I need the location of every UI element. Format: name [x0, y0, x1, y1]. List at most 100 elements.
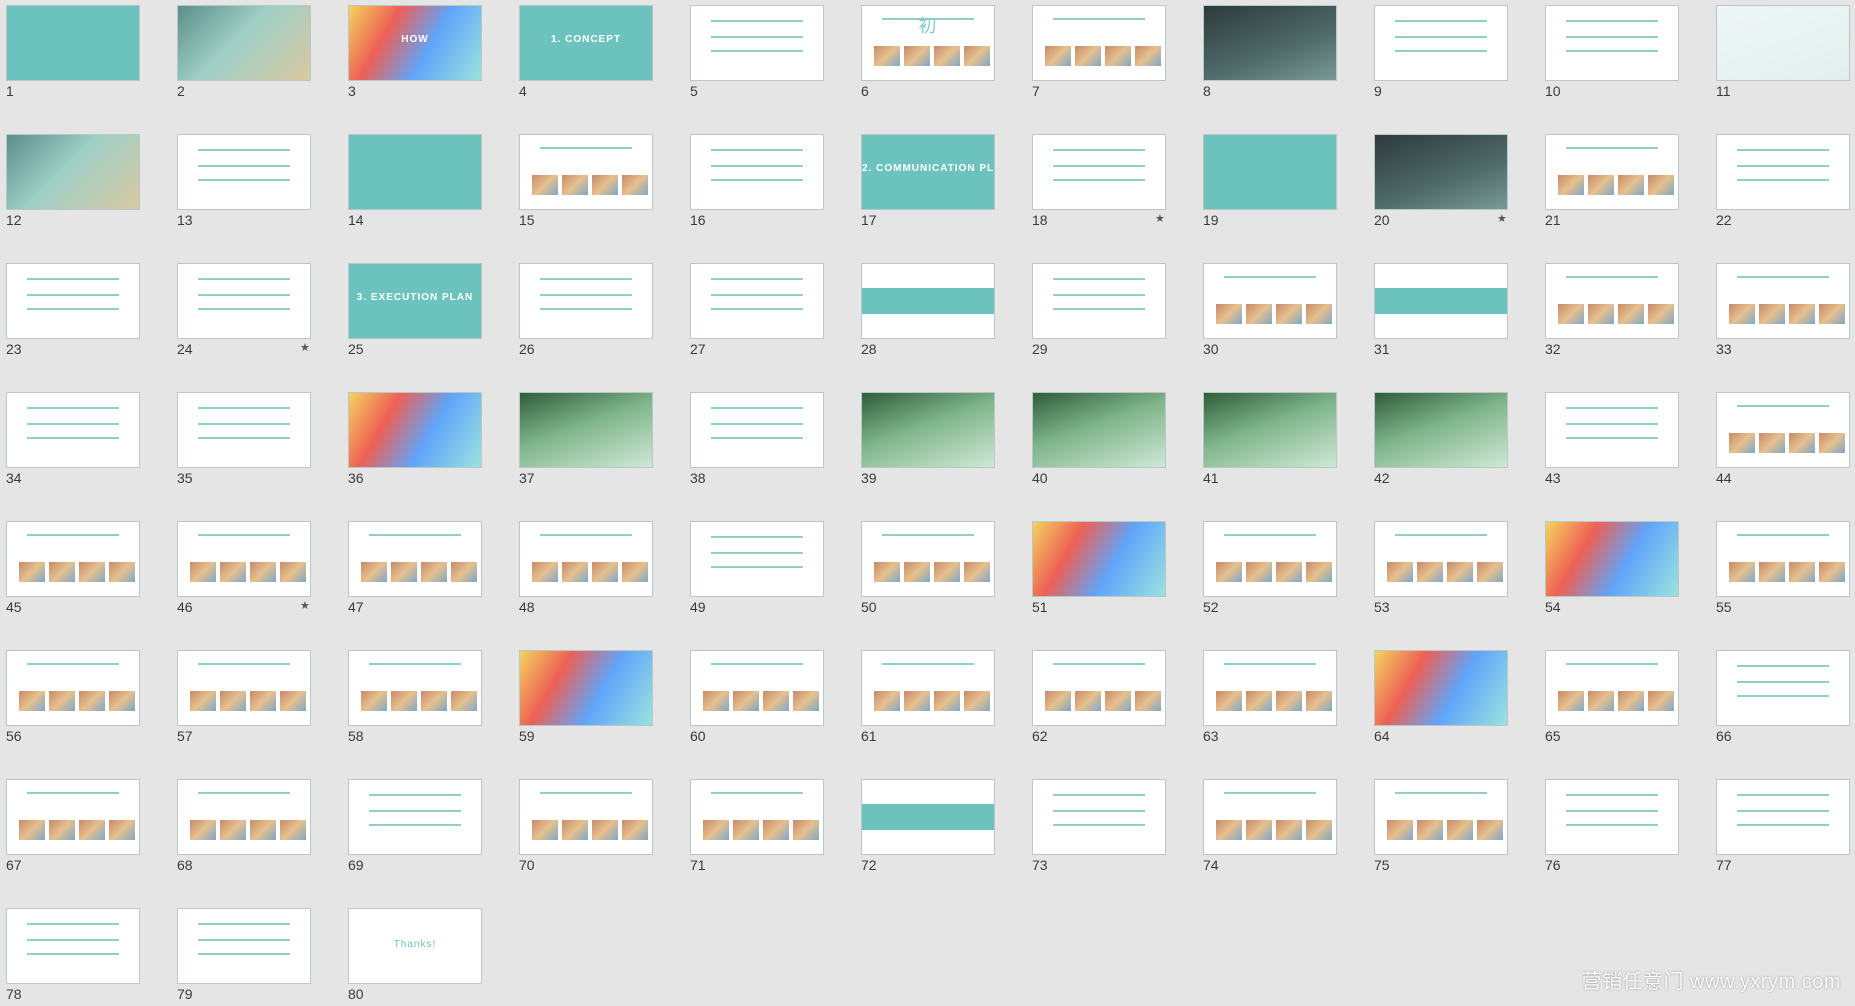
slide-thumbnail[interactable]: 3. EXECUTION PLAN 25: [347, 262, 518, 391]
slide-thumbnail[interactable]: 49: [689, 520, 860, 649]
text-line: [1566, 50, 1658, 52]
slide-thumbnail[interactable]: Thanks! 80: [347, 907, 518, 1006]
slide-thumbnail[interactable]: 70: [518, 778, 689, 907]
photo-placeholder: [793, 820, 819, 840]
slide-thumbnail[interactable]: 34: [5, 391, 176, 520]
slide-preview: [6, 521, 140, 597]
slide-thumbnail[interactable]: 76: [1544, 778, 1715, 907]
slide-thumbnail[interactable]: 64: [1373, 649, 1544, 778]
slide-number: 35: [177, 470, 193, 486]
slide-thumbnail[interactable]: 29: [1031, 262, 1202, 391]
slide-thumbnail[interactable]: 20 ★: [1373, 133, 1544, 262]
slide-thumbnail[interactable]: 19: [1202, 133, 1373, 262]
slide-thumbnail[interactable]: 51: [1031, 520, 1202, 649]
slide-thumbnail[interactable]: HOW 3: [347, 4, 518, 133]
slide-preview: [1374, 134, 1508, 210]
photo-placeholder: [220, 820, 246, 840]
slide-thumbnail[interactable]: 5: [689, 4, 860, 133]
photo-placeholder: [1477, 562, 1503, 582]
slide-thumbnail[interactable]: 52: [1202, 520, 1373, 649]
slide-thumbnail[interactable]: 67: [5, 778, 176, 907]
slide-thumbnail[interactable]: 21: [1544, 133, 1715, 262]
slide-thumbnail[interactable]: 75: [1373, 778, 1544, 907]
slide-thumbnail[interactable]: 74: [1202, 778, 1373, 907]
slide-thumbnail[interactable]: 56: [5, 649, 176, 778]
slide-thumbnail[interactable]: 31: [1373, 262, 1544, 391]
text-line: [27, 953, 119, 955]
slide-thumbnail[interactable]: 47: [347, 520, 518, 649]
slide-thumbnail[interactable]: 42: [1373, 391, 1544, 520]
slide-thumbnail[interactable]: 14: [347, 133, 518, 262]
slide-thumbnail[interactable]: 41: [1202, 391, 1373, 520]
slide-thumbnail[interactable]: 54: [1544, 520, 1715, 649]
slide-thumbnail[interactable]: 59: [518, 649, 689, 778]
slide-thumbnail[interactable]: 65: [1544, 649, 1715, 778]
slide-thumbnail[interactable]: 44: [1715, 391, 1855, 520]
slide-thumbnail[interactable]: 66: [1715, 649, 1855, 778]
slide-thumbnail[interactable]: 60: [689, 649, 860, 778]
slide-thumbnail[interactable]: 48: [518, 520, 689, 649]
slide-thumbnail[interactable]: 45: [5, 520, 176, 649]
slide-thumbnail[interactable]: 22: [1715, 133, 1855, 262]
text-line: [1566, 147, 1658, 149]
slide-preview: [1545, 5, 1679, 81]
slide-preview: [1545, 650, 1679, 726]
slide-thumbnail[interactable]: 30: [1202, 262, 1373, 391]
slide-number: 3: [348, 83, 356, 99]
slide-thumbnail[interactable]: 27: [689, 262, 860, 391]
slide-preview: [6, 134, 140, 210]
slide-number: 22: [1716, 212, 1732, 228]
slide-thumbnail[interactable]: 68: [176, 778, 347, 907]
slide-thumbnail[interactable]: 79: [176, 907, 347, 1006]
slide-thumbnail[interactable]: 78: [5, 907, 176, 1006]
slide-thumbnail[interactable]: 2: [176, 4, 347, 133]
photo-placeholder: [1477, 820, 1503, 840]
slide-thumbnail[interactable]: 初6: [860, 4, 1031, 133]
slide-thumbnail[interactable]: 73: [1031, 778, 1202, 907]
slide-thumbnail[interactable]: 35: [176, 391, 347, 520]
slide-thumbnail[interactable]: 26: [518, 262, 689, 391]
slide-thumbnail[interactable]: 12: [5, 133, 176, 262]
slide-thumbnail[interactable]: 1. CONCEPT 4: [518, 4, 689, 133]
slide-thumbnail[interactable]: 40: [1031, 391, 1202, 520]
slide-thumbnail[interactable]: 23: [5, 262, 176, 391]
slide-thumbnail[interactable]: 77: [1715, 778, 1855, 907]
slide-thumbnail[interactable]: 50: [860, 520, 1031, 649]
text-line: [1566, 810, 1658, 812]
slide-thumbnail[interactable]: 7: [1031, 4, 1202, 133]
slide-thumbnail[interactable]: 58: [347, 649, 518, 778]
slide-thumbnail[interactable]: 46 ★: [176, 520, 347, 649]
slide-thumbnail[interactable]: 16: [689, 133, 860, 262]
slide-thumbnail[interactable]: 61: [860, 649, 1031, 778]
slide-thumbnail[interactable]: 28: [860, 262, 1031, 391]
slide-thumbnail[interactable]: 63: [1202, 649, 1373, 778]
slide-thumbnail[interactable]: 53: [1373, 520, 1544, 649]
slide-thumbnail[interactable]: 38: [689, 391, 860, 520]
text-line: [540, 147, 632, 149]
slide-thumbnail[interactable]: 72: [860, 778, 1031, 907]
slide-thumbnail[interactable]: 43: [1544, 391, 1715, 520]
slide-thumbnail[interactable]: 36: [347, 391, 518, 520]
text-line: [711, 294, 803, 296]
slide-preview: [6, 650, 140, 726]
slide-thumbnail[interactable]: 24 ★: [176, 262, 347, 391]
slide-thumbnail[interactable]: 55: [1715, 520, 1855, 649]
slide-thumbnail[interactable]: 71: [689, 778, 860, 907]
slide-thumbnail[interactable]: 8: [1202, 4, 1373, 133]
slide-thumbnail[interactable]: 13: [176, 133, 347, 262]
slide-thumbnail[interactable]: 10: [1544, 4, 1715, 133]
slide-thumbnail[interactable]: 62: [1031, 649, 1202, 778]
slide-thumbnail[interactable]: 37: [518, 391, 689, 520]
slide-thumbnail[interactable]: 9: [1373, 4, 1544, 133]
slide-thumbnail[interactable]: 1: [5, 4, 176, 133]
slide-thumbnail[interactable]: 11: [1715, 4, 1855, 133]
slide-thumbnail[interactable]: 15: [518, 133, 689, 262]
slide-thumbnail[interactable]: 33: [1715, 262, 1855, 391]
slide-thumbnail[interactable]: 39: [860, 391, 1031, 520]
slide-thumbnail[interactable]: 2. COMMUNICATION PLA 17: [860, 133, 1031, 262]
slide-number: 10: [1545, 83, 1561, 99]
slide-thumbnail[interactable]: 69: [347, 778, 518, 907]
slide-thumbnail[interactable]: 32: [1544, 262, 1715, 391]
slide-thumbnail[interactable]: 18 ★: [1031, 133, 1202, 262]
slide-thumbnail[interactable]: 57: [176, 649, 347, 778]
